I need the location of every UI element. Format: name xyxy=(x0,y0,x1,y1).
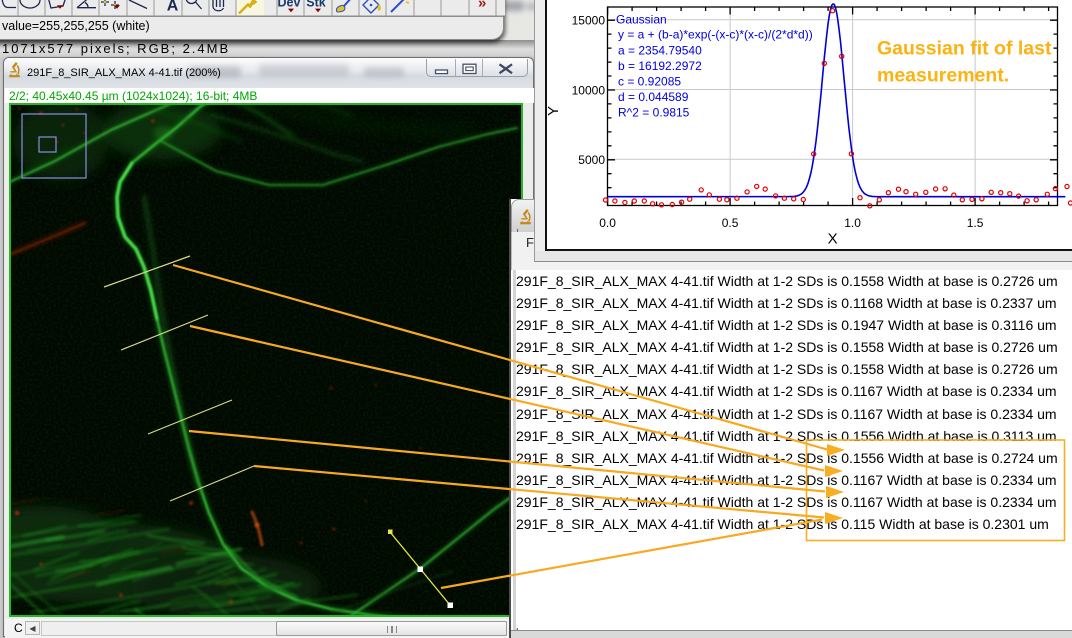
svg-text:Gaussian: Gaussian xyxy=(616,13,667,27)
svg-text:A: A xyxy=(167,0,179,14)
svg-text:0.0: 0.0 xyxy=(599,216,616,230)
svg-text:0.5: 0.5 xyxy=(722,216,739,230)
svg-text:d = 0.044589: d = 0.044589 xyxy=(618,90,689,104)
svg-text:a = 2354.79540: a = 2354.79540 xyxy=(618,43,702,57)
svg-text:y = a + (b-a)*exp(-(x-c)*(x-c): y = a + (b-a)*exp(-(x-c)*(x-c)/(2*d*d)) xyxy=(618,28,813,42)
svg-text:b = 16192.2972: b = 16192.2972 xyxy=(618,59,702,73)
svg-text:5000: 5000 xyxy=(578,153,605,167)
svg-text:15000: 15000 xyxy=(572,14,606,28)
svg-text:10000: 10000 xyxy=(572,83,606,97)
svg-text:X: X xyxy=(828,231,838,248)
svg-text:R^2 = 0.9815: R^2 = 0.9815 xyxy=(618,106,690,120)
svg-text:Y: Y xyxy=(547,106,562,116)
svg-text:Stk: Stk xyxy=(306,0,326,10)
svg-text:Gaussian fit of last: Gaussian fit of last xyxy=(877,38,1052,60)
svg-text:1.5: 1.5 xyxy=(967,216,984,230)
svg-text:measurement.: measurement. xyxy=(877,65,1009,87)
svg-text:c = 0.92085: c = 0.92085 xyxy=(618,75,681,89)
svg-text:»: » xyxy=(478,0,486,12)
svg-text:Dev: Dev xyxy=(278,0,301,10)
svg-text:1.0: 1.0 xyxy=(844,216,861,230)
